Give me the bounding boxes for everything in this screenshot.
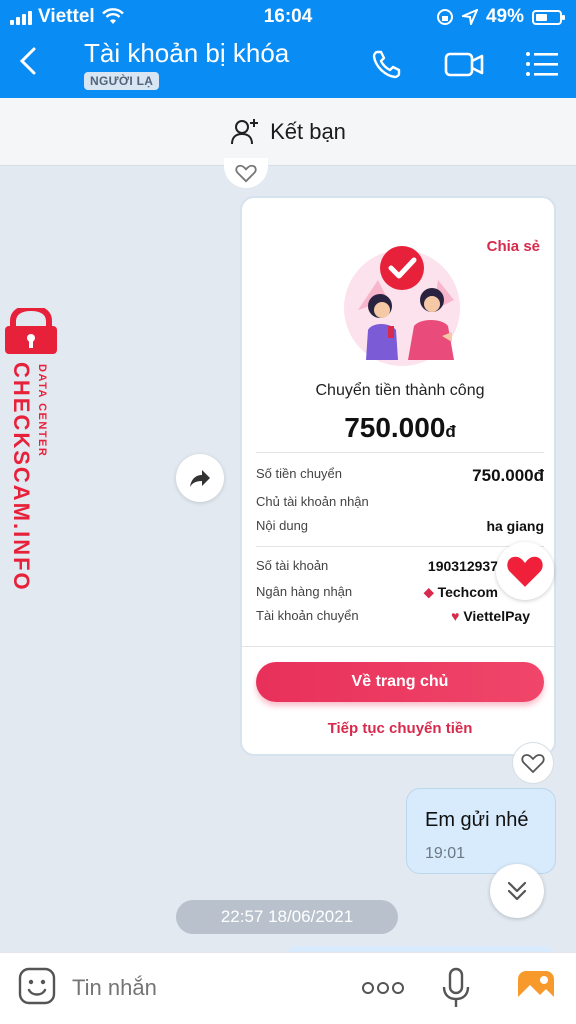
watermark: CHECKSCAM.INFO DATA CENTER	[0, 308, 62, 598]
heart-icon[interactable]	[512, 742, 554, 784]
message-text: Em gửi nhé	[425, 809, 529, 831]
detail-row: Tài khoản chuyển ♥ ViettelPay	[256, 608, 544, 624]
video-call-icon[interactable]	[444, 46, 484, 82]
wallet-name: ViettelPay	[463, 608, 530, 624]
orientation-lock-icon	[436, 9, 453, 25]
sticker-icon[interactable]	[18, 967, 56, 1005]
continue-transfer-link[interactable]: Tiếp tục chuyển tiền	[242, 720, 554, 737]
message-time: 19:01	[425, 845, 466, 862]
transfer-amount: 750.000đ	[242, 412, 554, 444]
success-illustration	[344, 246, 460, 366]
row-label: Tài khoản chuyển	[256, 608, 359, 623]
battery-percent: 49%	[485, 6, 524, 27]
amount-value: 750.000	[344, 412, 446, 443]
add-friend-bar[interactable]: Kết bạn	[0, 98, 576, 166]
row-label: Ngân hàng nhận	[256, 584, 353, 599]
watermark-small-text: DATA CENTER	[36, 364, 48, 458]
scroll-fade	[242, 634, 554, 650]
heart-reaction-icon[interactable]	[496, 542, 554, 600]
status-right: 49%	[436, 6, 565, 28]
row-label: Chủ tài khoản nhận	[256, 494, 369, 509]
forward-icon[interactable]	[176, 454, 224, 502]
chevron-left-icon[interactable]	[18, 46, 48, 82]
success-message: Chuyển tiền thành công	[315, 382, 485, 399]
row-value: ⬥ Techcom	[424, 584, 498, 601]
techcombank-logo-icon: ⬥	[423, 584, 438, 600]
message-composer	[0, 952, 576, 1024]
divider	[256, 546, 544, 547]
date-separator: 22:57 18/06/2021	[176, 900, 398, 934]
lock-icon	[5, 308, 57, 354]
home-button[interactable]: Về trang chủ	[256, 662, 544, 702]
share-link[interactable]: Chia sẻ	[487, 238, 540, 255]
message-input[interactable]	[72, 975, 332, 1001]
detail-row: Nội dung ha giang	[256, 518, 544, 534]
status-bar: Viettel 16:04 49%	[0, 0, 576, 32]
row-label: Số tài khoản	[256, 558, 329, 573]
add-friend-label: Kết bạn	[270, 118, 346, 144]
row-value: 750.000đ	[472, 466, 544, 485]
chat-title[interactable]: Tài khoản bị khóa	[84, 38, 289, 69]
top-bar: Viettel 16:04 49% Tài khoản bị khóa NGƯỜ…	[0, 0, 576, 98]
row-label: Số tiền chuyển	[256, 466, 343, 481]
row-label: Nội dung	[256, 518, 309, 533]
image-gallery-icon[interactable]	[516, 969, 556, 1005]
row-value: ♥ ViettelPay	[451, 608, 530, 624]
divider	[242, 646, 554, 647]
currency-symbol: đ	[445, 422, 456, 441]
add-friend-icon	[231, 118, 259, 144]
transfer-receipt-card[interactable]: Chia sẻ Chuyển tiền thành công 750.000đ …	[240, 196, 556, 756]
watermark-large-text: CHECKSCAM.INFO	[9, 362, 34, 592]
heart-react-icon[interactable]	[224, 158, 268, 188]
microphone-icon[interactable]	[440, 967, 472, 1009]
battery-icon	[532, 9, 565, 25]
location-icon	[461, 9, 478, 25]
row-value: 190312937	[427, 558, 498, 574]
phone-icon[interactable]	[368, 46, 408, 82]
menu-list-icon[interactable]	[522, 46, 562, 82]
message-bubble[interactable]: Em gửi nhé 19:01	[406, 788, 556, 874]
more-options-icon[interactable]	[360, 973, 406, 1003]
row-value: ha giang	[486, 518, 544, 534]
bank-name: Techcom	[437, 584, 498, 600]
detail-row: Số tiền chuyển 750.000đ	[256, 466, 544, 486]
stranger-badge: NGƯỜI LẠ	[84, 72, 160, 90]
viettelpay-logo-icon: ♥	[451, 608, 464, 624]
detail-row: Chủ tài khoản nhận	[256, 494, 544, 509]
chat-header: Tài khoản bị khóa NGƯỜI LẠ	[0, 32, 576, 98]
divider	[256, 452, 544, 453]
scroll-down-icon[interactable]	[490, 864, 544, 918]
